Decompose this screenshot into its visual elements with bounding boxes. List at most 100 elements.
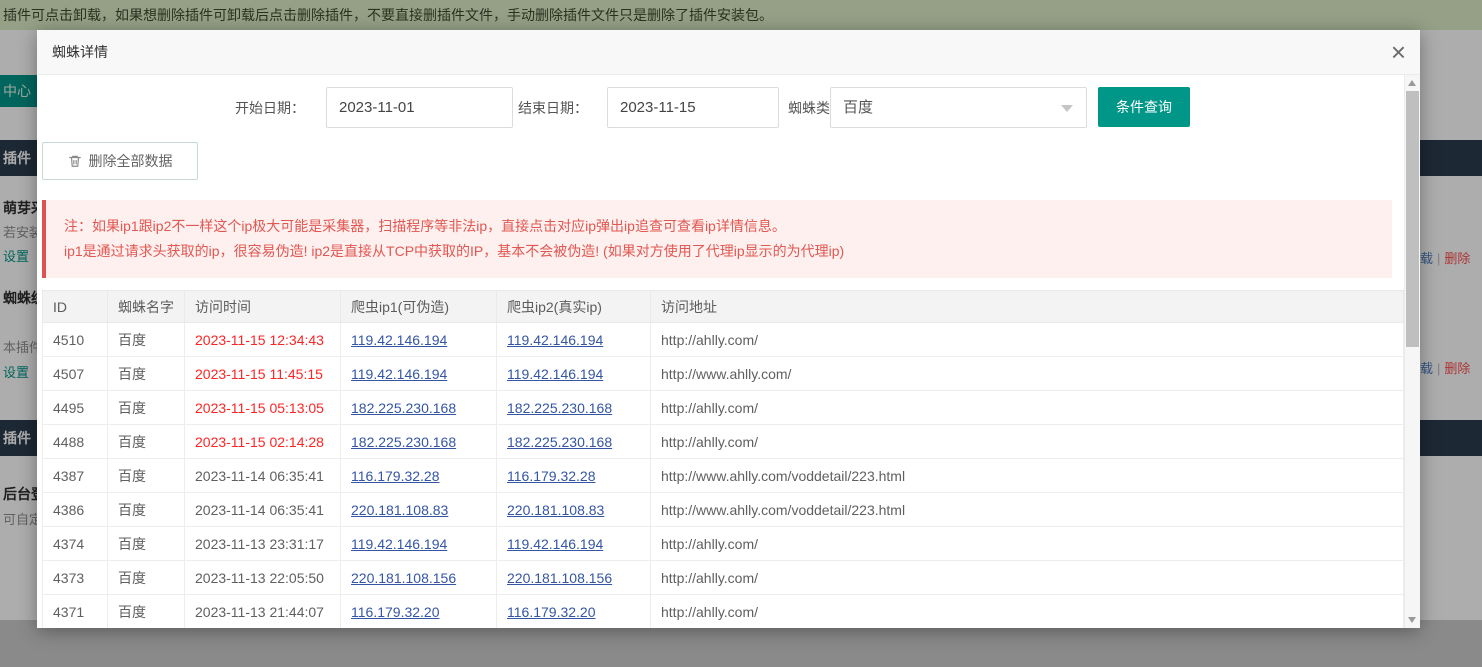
cell-ip1: 220.181.108.156 [341,561,497,595]
ip1-link[interactable]: 116.179.32.20 [351,604,440,620]
ip1-link[interactable]: 182.225.230.168 [351,400,456,416]
modal-scrollbar[interactable] [1404,75,1420,628]
start-date-input[interactable] [326,87,513,128]
cell-ip2: 116.179.32.20 [497,595,651,629]
ip1-link[interactable]: 119.42.146.194 [351,366,447,382]
cell-spider-name: 百度 [108,561,185,595]
cell-ip2: 182.225.230.168 [497,391,651,425]
notice-line-2: ip1是通过请求头获取的ip，很容易伪造! ip2是直接从TCP中获取的IP，基… [64,239,1372,264]
cell-spider-name: 百度 [108,357,185,391]
cell-ip2: 116.179.32.28 [497,459,651,493]
cell-id: 4488 [43,425,108,459]
cell-id: 4495 [43,391,108,425]
cell-visit-time: 2023-11-15 12:34:43 [185,323,341,357]
cell-ip2: 119.42.146.194 [497,527,651,561]
delete-all-label: 删除全部数据 [89,151,173,171]
notice-line-1: 注：如果ip1跟ip2不一样这个ip极大可能是采集器，扫描程序等非法ip，直接点… [64,214,1372,239]
table-row: 4371百度2023-11-13 21:44:07 116.179.32.20 11… [43,595,1404,629]
table-row: 4387百度2023-11-14 06:35:41116.179.32.2811… [43,459,1404,493]
cell-id: 4373 [43,561,108,595]
column-header: ID [43,291,108,323]
close-icon[interactable]: × [1391,36,1406,68]
cell-visit-time: 2023-11-15 05:13:05 [185,391,341,425]
ip1-link[interactable]: 116.179.32.28 [351,468,440,484]
ip2-link[interactable]: 182.225.230.168 [507,400,612,416]
cell-visit-time: 2023-11-14 06:35:41 [185,493,341,527]
cell-spider-name: 百度 [108,425,185,459]
ip1-link[interactable]: 220.181.108.83 [351,502,448,518]
column-header: 访问地址 [651,291,1404,323]
query-button[interactable]: 条件查询 [1098,87,1190,127]
modal-header: 蜘蛛详情 × [37,30,1420,75]
ip2-link[interactable]: 119.42.146.194 [507,332,603,348]
cell-visit-time: 2023-11-13 22:05:50 [185,561,341,595]
spider-detail-modal: 蜘蛛详情 × 开始日期： 结束日期： 蜘蛛类型： 百度 条件查询 删除全部数据 [37,30,1420,628]
spider-type-select[interactable]: 百度 [830,87,1087,128]
cell-ip2: 119.42.146.194 [497,357,651,391]
modal-title: 蜘蛛详情 [37,30,1420,75]
ip1-link[interactable]: 182.225.230.168 [351,434,456,450]
cell-visit-url: http://ahlly.com/ [651,425,1404,459]
ip2-link[interactable]: 116.179.32.28 [507,468,596,484]
ip1-link[interactable]: 220.181.108.156 [351,570,456,586]
ip2-link[interactable]: 119.42.146.194 [507,366,603,382]
ip2-link[interactable]: 116.179.32.20 [507,604,596,620]
cell-ip2: 220.181.108.156 [497,561,651,595]
table-header-row: ID蜘蛛名字访问时间爬虫ip1(可伪造)爬虫ip2(真实ip)访问地址 [43,291,1404,323]
cell-ip1: 182.225.230.168 [341,425,497,459]
table-row: 4510百度2023-11-15 12:34:43119.42.146.1941… [43,323,1404,357]
ip2-link[interactable]: 220.181.108.156 [507,570,612,586]
table-row: 4386百度2023-11-14 06:35:41 220.181.108.83 2… [43,493,1404,527]
scrollbar-thumb[interactable] [1406,91,1419,347]
table-body: 4510百度2023-11-15 12:34:43119.42.146.1941… [43,323,1404,629]
cell-visit-url: http://ahlly.com/ [651,527,1404,561]
table-row: 4373百度2023-11-13 22:05:50 220.181.108.156… [43,561,1404,595]
ip1-link[interactable]: 119.42.146.194 [351,536,447,552]
column-header: 爬虫ip2(真实ip) [497,291,651,323]
scroll-down-icon[interactable] [1405,612,1420,628]
cell-ip2: 119.42.146.194 [497,323,651,357]
end-date-label: 结束日期： [518,98,588,118]
cell-ip2: 182.225.230.168 [497,425,651,459]
ip1-link[interactable]: 119.42.146.194 [351,332,447,348]
cell-spider-name: 百度 [108,391,185,425]
cell-visit-time: 2023-11-15 11:45:15 [185,357,341,391]
cell-visit-time: 2023-11-14 06:35:41 [185,459,341,493]
trash-icon [68,154,82,168]
cell-spider-name: 百度 [108,527,185,561]
spider-type-value: 百度 [843,99,873,116]
cell-ip1: 119.42.146.194 [341,323,497,357]
cell-id: 4371 [43,595,108,629]
cell-id: 4510 [43,323,108,357]
page: 插件可点击卸载，如果想删除插件可卸载后点击删除插件，不要直接删插件文件，手动删除… [0,0,1482,667]
end-date-input[interactable] [607,87,779,128]
spider-table: ID蜘蛛名字访问时间爬虫ip1(可伪造)爬虫ip2(真实ip)访问地址 4510… [42,290,1404,628]
cell-visit-time: 2023-11-15 02:14:28 [185,425,341,459]
cell-id: 4507 [43,357,108,391]
table-row: 4488百度2023-11-15 02:14:28 182.225.230.168… [43,425,1404,459]
ip2-link[interactable]: 182.225.230.168 [507,434,612,450]
cell-spider-name: 百度 [108,493,185,527]
cell-id: 4387 [43,459,108,493]
cell-visit-url: http://ahlly.com/ [651,595,1404,629]
scroll-up-icon[interactable] [1405,75,1420,91]
delete-all-button[interactable]: 删除全部数据 [42,142,198,180]
cell-ip1: 116.179.32.20 [341,595,497,629]
cell-visit-url: http://www.ahlly.com/ [651,357,1404,391]
ip2-link[interactable]: 220.181.108.83 [507,502,604,518]
cell-ip1: 116.179.32.28 [341,459,497,493]
table-row: 4507百度2023-11-15 11:45:15 119.42.146.194 1… [43,357,1404,391]
cell-ip2: 220.181.108.83 [497,493,651,527]
cell-spider-name: 百度 [108,595,185,629]
cell-visit-url: http://www.ahlly.com/voddetail/223.html [651,493,1404,527]
cell-ip1: 119.42.146.194 [341,527,497,561]
start-date-label: 开始日期： [235,98,305,118]
ip2-link[interactable]: 119.42.146.194 [507,536,603,552]
column-header: 爬虫ip1(可伪造) [341,291,497,323]
notice-box: 注：如果ip1跟ip2不一样这个ip极大可能是采集器，扫描程序等非法ip，直接点… [42,200,1392,278]
cell-visit-time: 2023-11-13 21:44:07 [185,595,341,629]
cell-visit-url: http://ahlly.com/ [651,391,1404,425]
cell-id: 4374 [43,527,108,561]
cell-id: 4386 [43,493,108,527]
modal-body: 开始日期： 结束日期： 蜘蛛类型： 百度 条件查询 删除全部数据 注：如果ip1… [37,75,1404,628]
